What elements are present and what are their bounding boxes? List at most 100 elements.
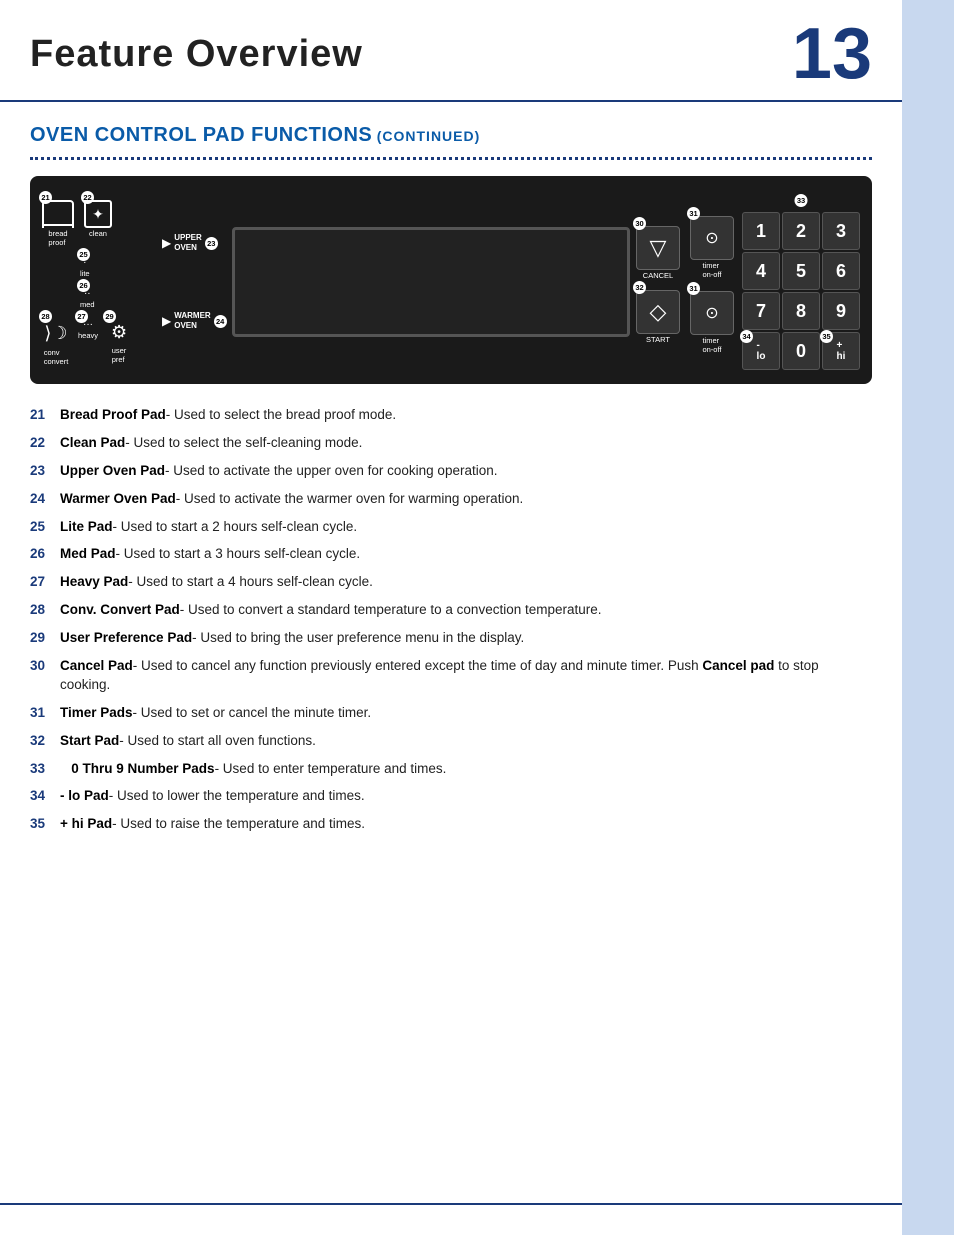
feature-num-25: 25 <box>30 518 60 537</box>
timer-upper-btn[interactable]: 31 ⊙ timeron-off <box>690 210 734 279</box>
section-title: OVEN CONTROL PAD FUNCTIONS (CONTINUED) <box>0 102 902 151</box>
feature-num-35: 35 <box>30 815 60 834</box>
bread-proof-label: breadproof <box>48 229 67 247</box>
page-number: 13 <box>792 18 872 90</box>
section-title-main: OVEN CONTROL PAD FUNCTIONS <box>30 124 372 146</box>
clean-label: clean <box>89 229 107 238</box>
feature-text-26: Med Pad- Used to start a 3 hours self-cl… <box>60 545 360 564</box>
btn-num-31b: 31 <box>687 282 700 295</box>
btn-num-32: 32 <box>633 281 646 294</box>
num-6-btn[interactable]: 6 <box>822 252 860 290</box>
feature-num-34: 34 <box>30 787 60 806</box>
feature-33: 33 0 Thru 9 Number Pads- Used to enter t… <box>30 760 872 779</box>
feature-text-35: + hi Pad- Used to raise the temperature … <box>60 815 365 834</box>
btn-num-25: 25 <box>77 248 90 261</box>
cancel-btn[interactable]: 30 ▽ CANCEL <box>636 220 680 280</box>
start-label: START <box>646 335 670 344</box>
feature-23: 23 Upper Oven Pad- Used to activate the … <box>30 462 872 481</box>
med-label: med <box>80 300 95 309</box>
bottom-divider <box>0 1203 902 1205</box>
timer-upper-icon: ⊙ <box>690 216 734 260</box>
feature-list: 21 Bread Proof Pad- Used to select the b… <box>0 402 902 863</box>
btn-num-27: 27 <box>75 310 88 323</box>
num-2-btn[interactable]: 2 <box>782 212 820 250</box>
timer-col: 31 ⊙ timeron-off 31 ⊙ timeron-off <box>690 194 734 370</box>
hi-btn[interactable]: 35 +hi <box>822 332 860 370</box>
start-btn[interactable]: 32 ◇ START <box>636 284 680 344</box>
feature-num-23: 23 <box>30 462 60 481</box>
cp-row4: 28 ⟩☽ convconvert 27 ··· heavy 29 ⚙ <box>42 313 162 366</box>
cancel-icon: ▽ <box>636 226 680 270</box>
btn-num-35: 35 <box>820 330 833 343</box>
section-title-sub: (CONTINUED) <box>377 128 481 144</box>
feature-text-23: Upper Oven Pad- Used to activate the upp… <box>60 462 497 481</box>
feature-31: 31 Timer Pads- Used to set or cancel the… <box>30 704 872 723</box>
cp-row2: 25 · lite <box>42 251 162 278</box>
user-pref-btn[interactable]: 29 ⚙ userpref <box>106 313 132 366</box>
numpad-badge-row: 33 <box>742 194 860 208</box>
feature-text-21: Bread Proof Pad- Used to select the brea… <box>60 406 396 425</box>
num-5-btn[interactable]: 5 <box>782 252 820 290</box>
feature-22: 22 Clean Pad- Used to select the self-cl… <box>30 434 872 453</box>
page-title: Feature Overview <box>30 33 363 76</box>
feature-text-29: User Preference Pad- Used to bring the u… <box>60 629 524 648</box>
conv-convert-btn[interactable]: 28 ⟩☽ convconvert <box>42 313 70 366</box>
num-7-btn[interactable]: 7 <box>742 292 780 330</box>
feature-num-26: 26 <box>30 545 60 564</box>
med-btn[interactable]: 26 ·· med <box>80 282 95 309</box>
upper-oven-text: UPPEROVEN <box>174 233 202 252</box>
lite-label: lite <box>80 269 90 278</box>
main-content: Feature Overview 13 OVEN CONTROL PAD FUN… <box>0 0 902 863</box>
numpad-area: 33 1 2 3 4 5 6 7 8 9 34 -lo <box>742 194 860 370</box>
feature-text-34: - lo Pad- Used to lower the temperature … <box>60 787 365 806</box>
clean-btn[interactable]: 22 ✦ clean <box>84 194 112 247</box>
num-1-btn[interactable]: 1 <box>742 212 780 250</box>
btn-num-22: 22 <box>81 191 94 204</box>
timer-lower-icon: ⊙ <box>690 291 734 335</box>
feature-text-33: 0 Thru 9 Number Pads- Used to enter temp… <box>60 760 446 779</box>
lo-btn[interactable]: 34 -lo <box>742 332 780 370</box>
dotted-divider <box>30 157 872 160</box>
feature-34: 34 - lo Pad- Used to lower the temperatu… <box>30 787 872 806</box>
timer-lower-label: timeron-off <box>702 336 721 354</box>
timer-lower-btn[interactable]: 31 ⊙ timeron-off <box>690 285 734 354</box>
warmer-oven-label[interactable]: ▶ WARMEROVEN 24 <box>162 311 232 330</box>
feature-27: 27 Heavy Pad- Used to start a 4 hours se… <box>30 573 872 592</box>
feature-num-33: 33 <box>30 760 60 779</box>
feature-num-24: 24 <box>30 490 60 509</box>
num-8-btn[interactable]: 8 <box>782 292 820 330</box>
num-0-btn[interactable]: 0 <box>782 332 820 370</box>
feature-24: 24 Warmer Oven Pad- Used to activate the… <box>30 490 872 509</box>
feature-num-29: 29 <box>30 629 60 648</box>
timer-upper-label: timeron-off <box>702 261 721 279</box>
btn-num-23: 23 <box>205 237 218 250</box>
feature-text-31: Timer Pads- Used to set or cancel the mi… <box>60 704 371 723</box>
warmer-oven-text: WARMEROVEN <box>174 311 210 330</box>
clean-icon: ✦ <box>84 200 112 228</box>
num-4-btn[interactable]: 4 <box>742 252 780 290</box>
heavy-label: heavy <box>78 331 98 340</box>
btn-num-29: 29 <box>103 310 116 323</box>
sidebar-strip <box>902 0 954 1235</box>
bread-proof-btn[interactable]: 21 breadproof <box>42 194 74 247</box>
oven-labels: ▶ UPPEROVEN 23 ▶ WARMEROVEN 24 <box>162 194 232 370</box>
feature-text-24: Warmer Oven Pad- Used to activate the wa… <box>60 490 523 509</box>
feature-num-31: 31 <box>30 704 60 723</box>
feature-35: 35 + hi Pad- Used to raise the temperatu… <box>30 815 872 834</box>
btn-num-26: 26 <box>77 279 90 292</box>
feature-num-32: 32 <box>30 732 60 751</box>
numpad-grid: 1 2 3 4 5 6 7 8 9 34 -lo 0 35 +hi <box>742 212 860 370</box>
bread-icon <box>42 200 74 228</box>
upper-oven-label[interactable]: ▶ UPPEROVEN 23 <box>162 233 232 252</box>
feature-text-27: Heavy Pad- Used to start a 4 hours self-… <box>60 573 373 592</box>
lite-btn[interactable]: 25 · lite <box>80 251 90 278</box>
heavy-btn[interactable]: 27 ··· heavy <box>78 313 98 366</box>
btn-num-28: 28 <box>39 310 52 323</box>
num-3-btn[interactable]: 3 <box>822 212 860 250</box>
btn-num-34: 34 <box>740 330 753 343</box>
num-9-btn[interactable]: 9 <box>822 292 860 330</box>
user-pref-label: userpref <box>112 346 127 364</box>
start-icon: ◇ <box>636 290 680 334</box>
conv-label: convconvert <box>44 348 69 366</box>
conv-icon: ⟩☽ <box>42 319 70 347</box>
